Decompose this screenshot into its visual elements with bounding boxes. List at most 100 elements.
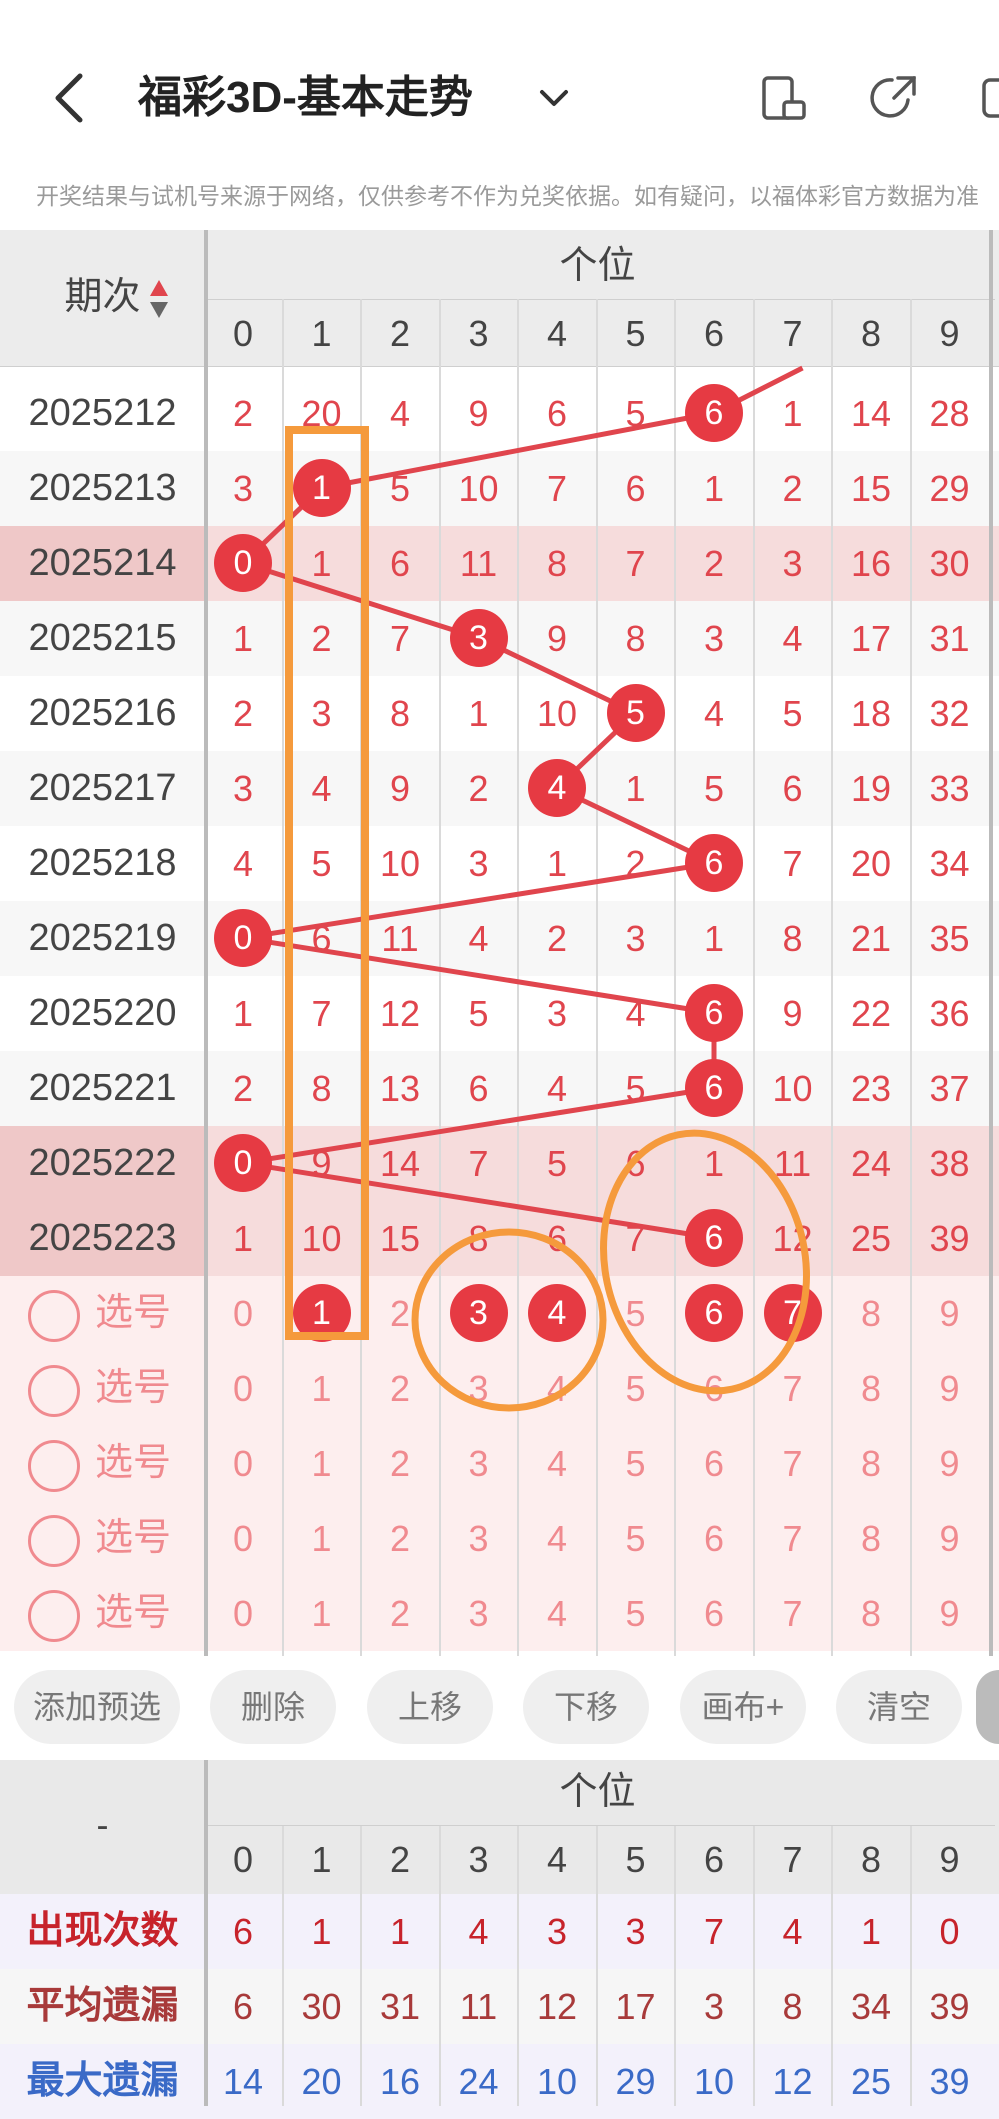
select-label[interactable]: 选号	[95, 1351, 171, 1426]
action-button[interactable]: 画布+	[680, 1670, 806, 1744]
select-digit[interactable]: 3	[440, 1351, 518, 1426]
select-label[interactable]: 选号	[95, 1276, 171, 1351]
select-digit[interactable]: 7	[754, 1501, 832, 1576]
select-digit[interactable]: 3	[440, 1501, 518, 1576]
select-digit[interactable]: 9	[911, 1501, 989, 1576]
miss-count: 2	[311, 618, 332, 659]
miss-count: 4	[389, 393, 411, 434]
miss-count: 34	[929, 843, 970, 884]
select-digit[interactable]: 6	[675, 1351, 753, 1426]
select-digit[interactable]: 9	[911, 1351, 989, 1426]
selected-ball[interactable]: 4	[528, 1284, 586, 1342]
miss-count: 9	[468, 393, 489, 434]
select-digit[interactable]: 2	[361, 1576, 439, 1651]
miss-count: 5	[625, 393, 646, 434]
miss-count: 7	[389, 618, 411, 659]
sort-icon[interactable]	[148, 278, 170, 322]
miss-count: 1	[232, 618, 254, 659]
select-digit[interactable]: 8	[832, 1351, 910, 1426]
stats-digit-header: 4	[546, 1839, 568, 1880]
selected-ball[interactable]: 7	[763, 1284, 822, 1342]
select-radio[interactable]	[28, 1515, 80, 1567]
stats-value: 4	[782, 1911, 803, 1952]
action-button[interactable]: 添加预选	[14, 1670, 180, 1744]
select-digit[interactable]: 8	[832, 1501, 910, 1576]
select-radio[interactable]	[28, 1590, 80, 1642]
select-radio[interactable]	[28, 1290, 80, 1342]
miss-count: 9	[546, 618, 568, 659]
stats-value: 14	[222, 2061, 264, 2102]
select-digit[interactable]: 8	[832, 1426, 910, 1501]
select-label[interactable]: 选号	[95, 1576, 171, 1651]
miss-count: 2	[468, 768, 489, 809]
portrait-phone-icon[interactable]	[758, 72, 810, 124]
stats-column-line	[831, 1894, 833, 2106]
action-button[interactable]: 清空	[836, 1670, 962, 1744]
select-digit[interactable]: 6	[675, 1501, 753, 1576]
select-digit[interactable]: 0	[204, 1426, 282, 1501]
select-digit[interactable]: 0	[204, 1501, 282, 1576]
select-digit[interactable]: 2	[361, 1501, 439, 1576]
select-label[interactable]: 选号	[95, 1501, 171, 1576]
select-digit[interactable]: 6	[675, 1426, 753, 1501]
selected-ball[interactable]: 6	[685, 1284, 743, 1342]
select-digit[interactable]: 9	[911, 1576, 989, 1651]
miss-count: 3	[311, 693, 332, 734]
select-digit[interactable]: 3	[440, 1426, 518, 1501]
chevron-down-icon[interactable]	[534, 80, 574, 116]
select-digit[interactable]: 2	[361, 1426, 439, 1501]
select-label[interactable]: 选号	[95, 1426, 171, 1501]
miss-count: 18	[850, 693, 892, 734]
issue-header: 期次	[64, 276, 141, 318]
select-digit[interactable]: 0	[204, 1276, 282, 1351]
issue-number: 2025221	[28, 1067, 177, 1109]
page-title[interactable]: 福彩3D-基本走势	[138, 68, 473, 128]
select-digit[interactable]: 6	[675, 1576, 753, 1651]
select-digit[interactable]: 0	[204, 1576, 282, 1651]
more-button[interactable]	[976, 1670, 999, 1744]
selected-ball[interactable]: 1	[292, 1284, 351, 1342]
select-digit[interactable]: 1	[283, 1426, 361, 1501]
select-digit[interactable]: 5	[597, 1426, 675, 1501]
select-digit[interactable]: 9	[911, 1426, 989, 1501]
select-digit[interactable]: 8	[832, 1276, 910, 1351]
stats-column-line	[517, 1894, 519, 2106]
select-digit[interactable]: 5	[597, 1501, 675, 1576]
select-digit[interactable]: 1	[283, 1501, 361, 1576]
select-radio[interactable]	[28, 1365, 80, 1417]
select-digit[interactable]: 0	[204, 1351, 282, 1426]
share-icon[interactable]	[868, 72, 920, 124]
select-digit[interactable]: 7	[754, 1426, 832, 1501]
select-digit[interactable]: 1	[283, 1351, 361, 1426]
select-digit[interactable]: 2	[361, 1276, 439, 1351]
selected-ball[interactable]: 3	[449, 1284, 508, 1342]
select-digit[interactable]: 4	[518, 1351, 596, 1426]
menu-icon[interactable]	[978, 72, 999, 124]
select-digit[interactable]: 2	[361, 1351, 439, 1426]
select-digit[interactable]: 7	[754, 1576, 832, 1651]
stats-digit-header: 2	[389, 1839, 411, 1880]
action-button[interactable]: 删除	[210, 1670, 336, 1744]
miss-count: 2	[232, 1068, 254, 1109]
select-digit[interactable]: 3	[440, 1576, 518, 1651]
select-digit[interactable]: 7	[754, 1351, 832, 1426]
select-digit[interactable]: 5	[597, 1351, 675, 1426]
miss-count: 3	[703, 618, 725, 659]
select-digit[interactable]: 4	[518, 1576, 596, 1651]
hit-ball: 0	[214, 909, 272, 967]
stats-column-line	[595, 1894, 598, 2106]
select-digit[interactable]: 5	[597, 1576, 675, 1651]
action-button[interactable]: 下移	[523, 1670, 649, 1744]
select-radio[interactable]	[28, 1440, 80, 1492]
select-digit[interactable]: 5	[597, 1276, 675, 1351]
select-digit[interactable]: 4	[518, 1426, 596, 1501]
select-digit[interactable]: 8	[832, 1576, 910, 1651]
action-button[interactable]: 上移	[367, 1670, 493, 1744]
select-digit[interactable]: 1	[283, 1576, 361, 1651]
stats-value: 10	[693, 2061, 735, 2102]
stats-value: 25	[850, 2061, 892, 2102]
back-icon[interactable]	[50, 68, 90, 128]
miss-count: 1	[782, 393, 803, 434]
select-digit[interactable]: 9	[911, 1276, 989, 1351]
select-digit[interactable]: 4	[518, 1501, 596, 1576]
